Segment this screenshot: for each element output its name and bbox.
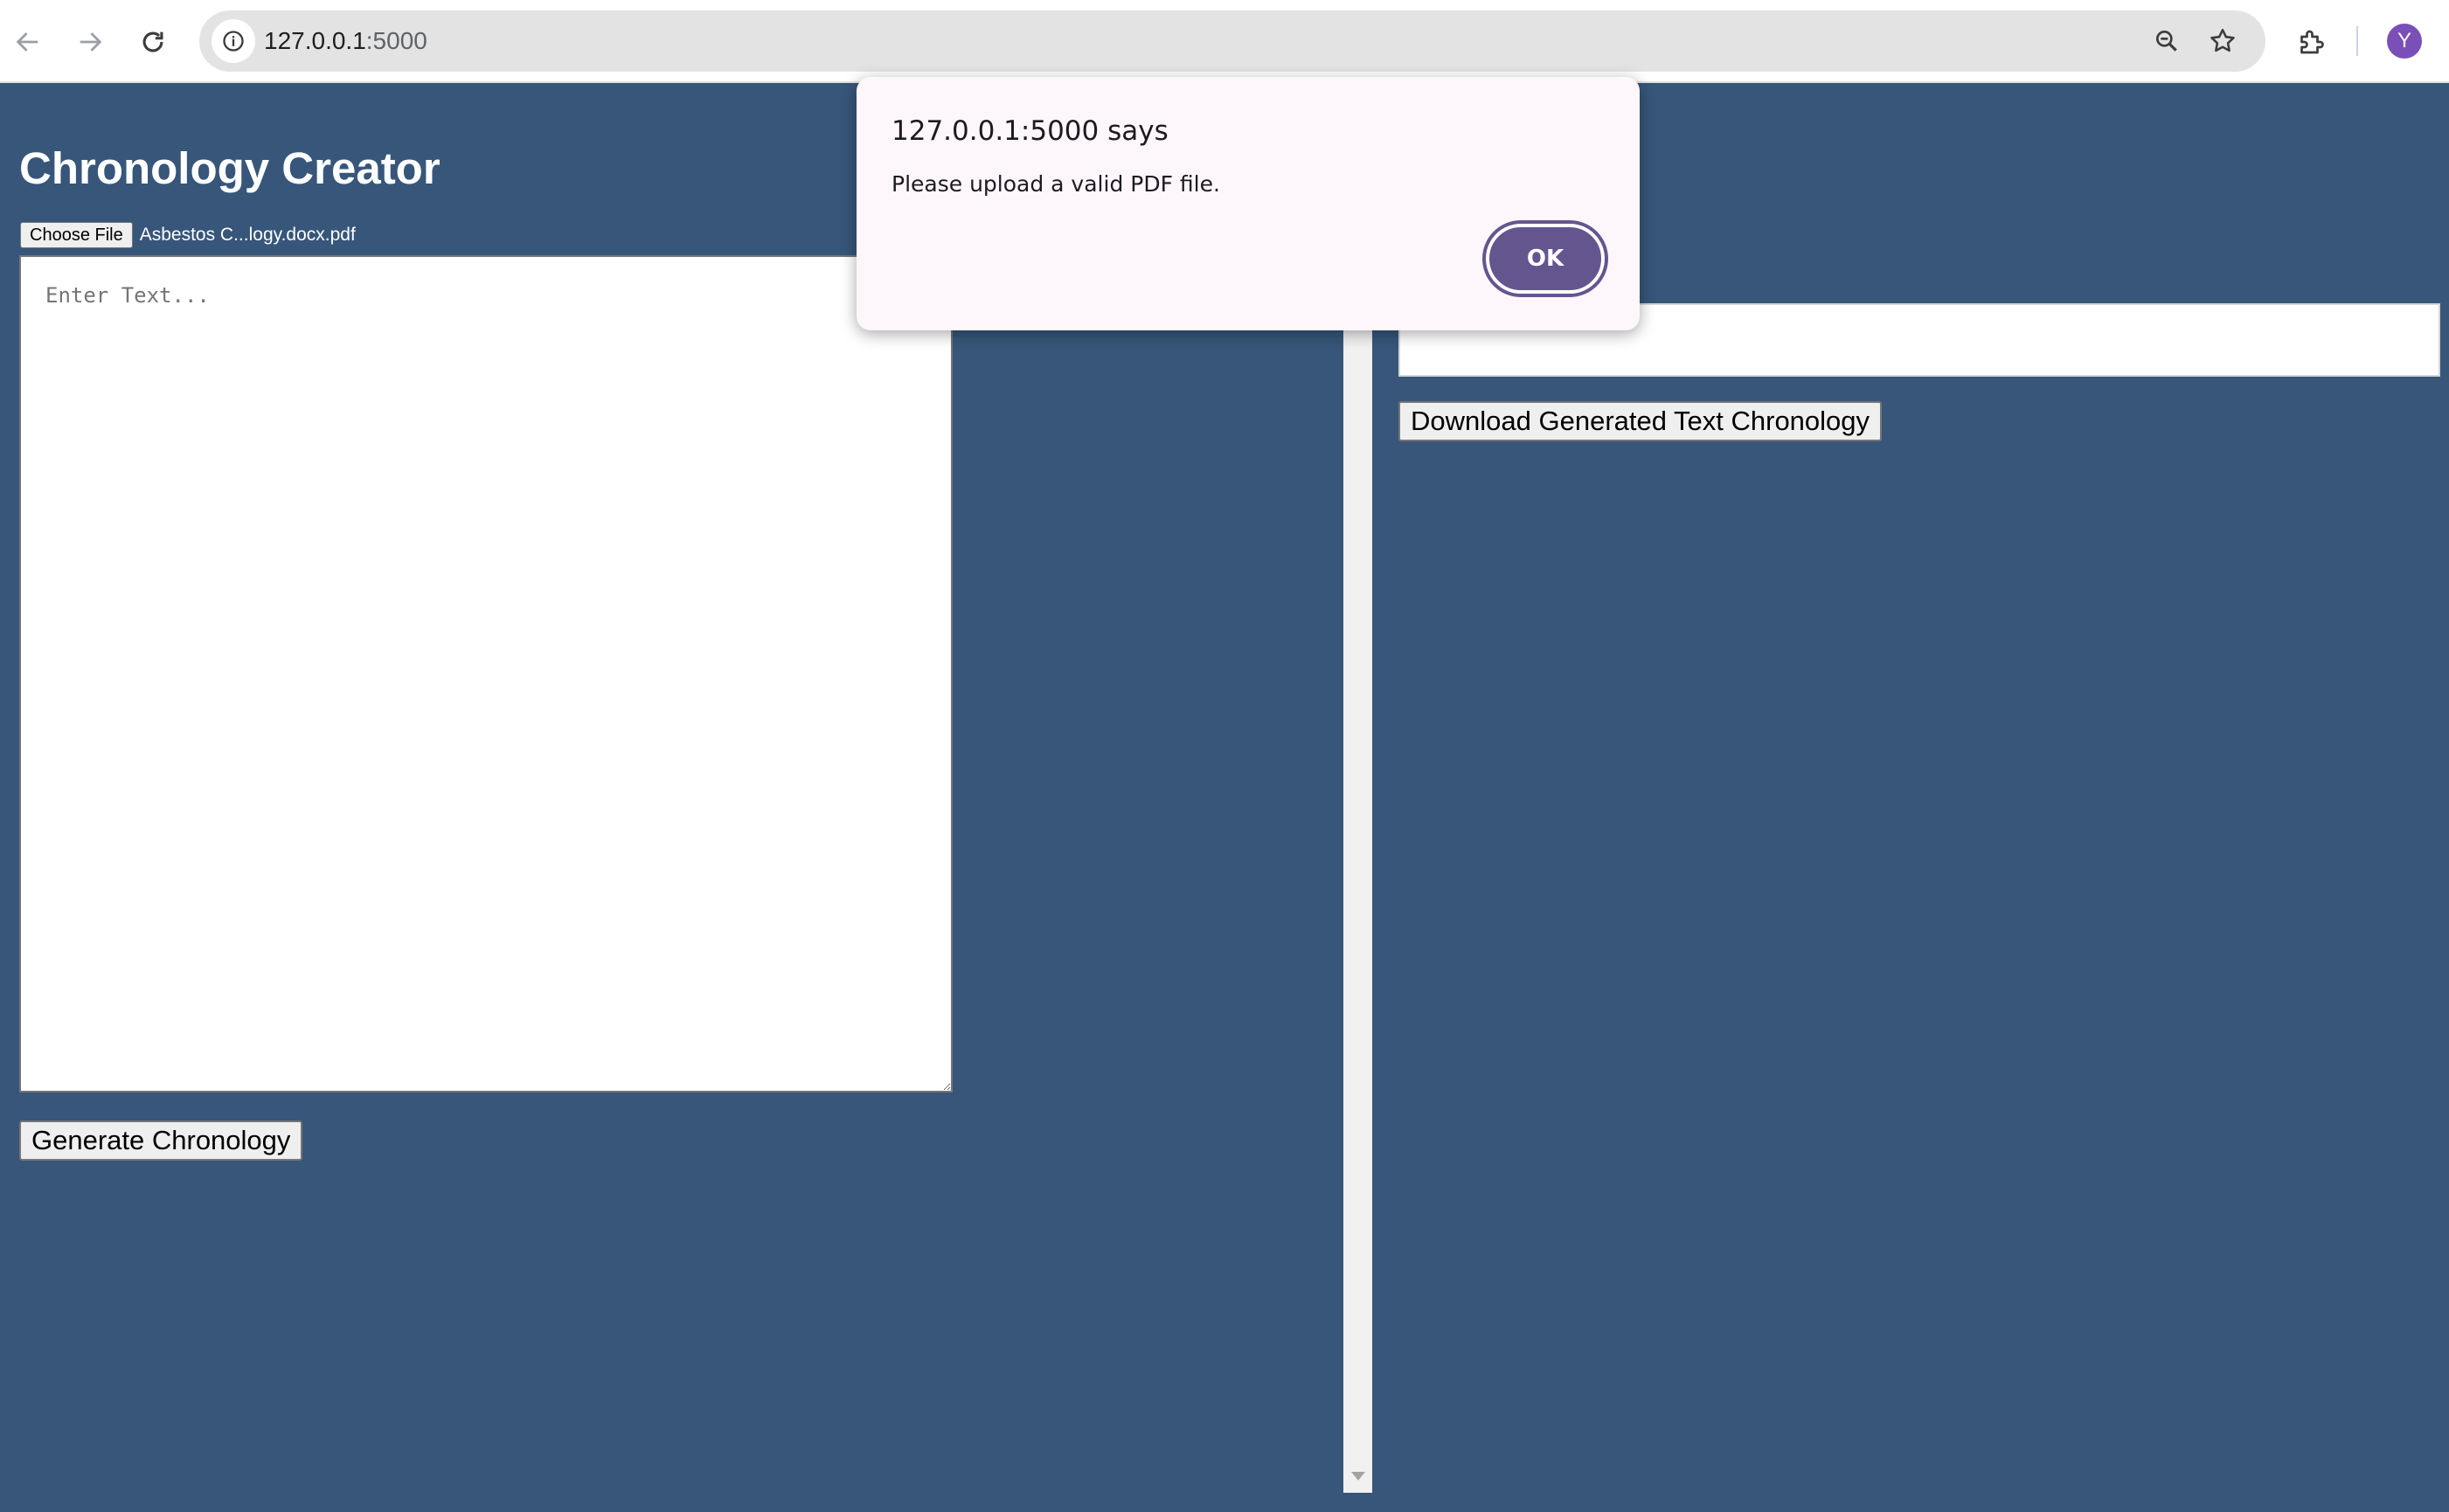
reload-icon[interactable] [127, 16, 179, 68]
forward-arrow-icon[interactable] [64, 16, 116, 68]
text-input[interactable] [19, 255, 953, 1092]
ok-button[interactable]: OK [1482, 220, 1608, 297]
dialog-title: 127.0.0.1:5000 says [891, 115, 1169, 147]
url-text[interactable]: 127.0.0.1:5000 [264, 10, 427, 72]
url-host: 127.0.0.1 [264, 27, 366, 54]
url-port: :5000 [365, 27, 427, 54]
browser-toolbar: 127.0.0.1:5000 Y [0, 0, 2449, 83]
page-title: Chronology Creator [19, 143, 441, 193]
download-chronology-button[interactable]: Download Generated Text Chronology [1398, 401, 1883, 441]
site-info-icon[interactable] [212, 19, 255, 63]
selected-file-name: Asbestos C...logy.docx.pdf [139, 225, 356, 245]
dialog-message: Please upload a valid PDF file. [891, 171, 1220, 197]
file-upload: Choose File Asbestos C...logy.docx.pdf [20, 221, 356, 249]
address-bar[interactable]: 127.0.0.1:5000 [199, 10, 2265, 72]
bookmark-star-icon[interactable] [2201, 19, 2244, 63]
choose-file-button[interactable]: Choose File [20, 222, 133, 248]
extensions-icon[interactable] [2285, 16, 2337, 68]
scroll-down-arrow-icon[interactable] [1351, 1472, 1365, 1481]
back-arrow-icon[interactable] [2, 16, 54, 68]
alert-dialog: 127.0.0.1:5000 says Please upload a vali… [857, 77, 1640, 330]
generate-chronology-button[interactable]: Generate Chronology [19, 1120, 303, 1161]
zoom-icon[interactable] [2145, 19, 2189, 63]
toolbar-separator [2356, 26, 2358, 56]
profile-avatar[interactable]: Y [2387, 24, 2422, 59]
